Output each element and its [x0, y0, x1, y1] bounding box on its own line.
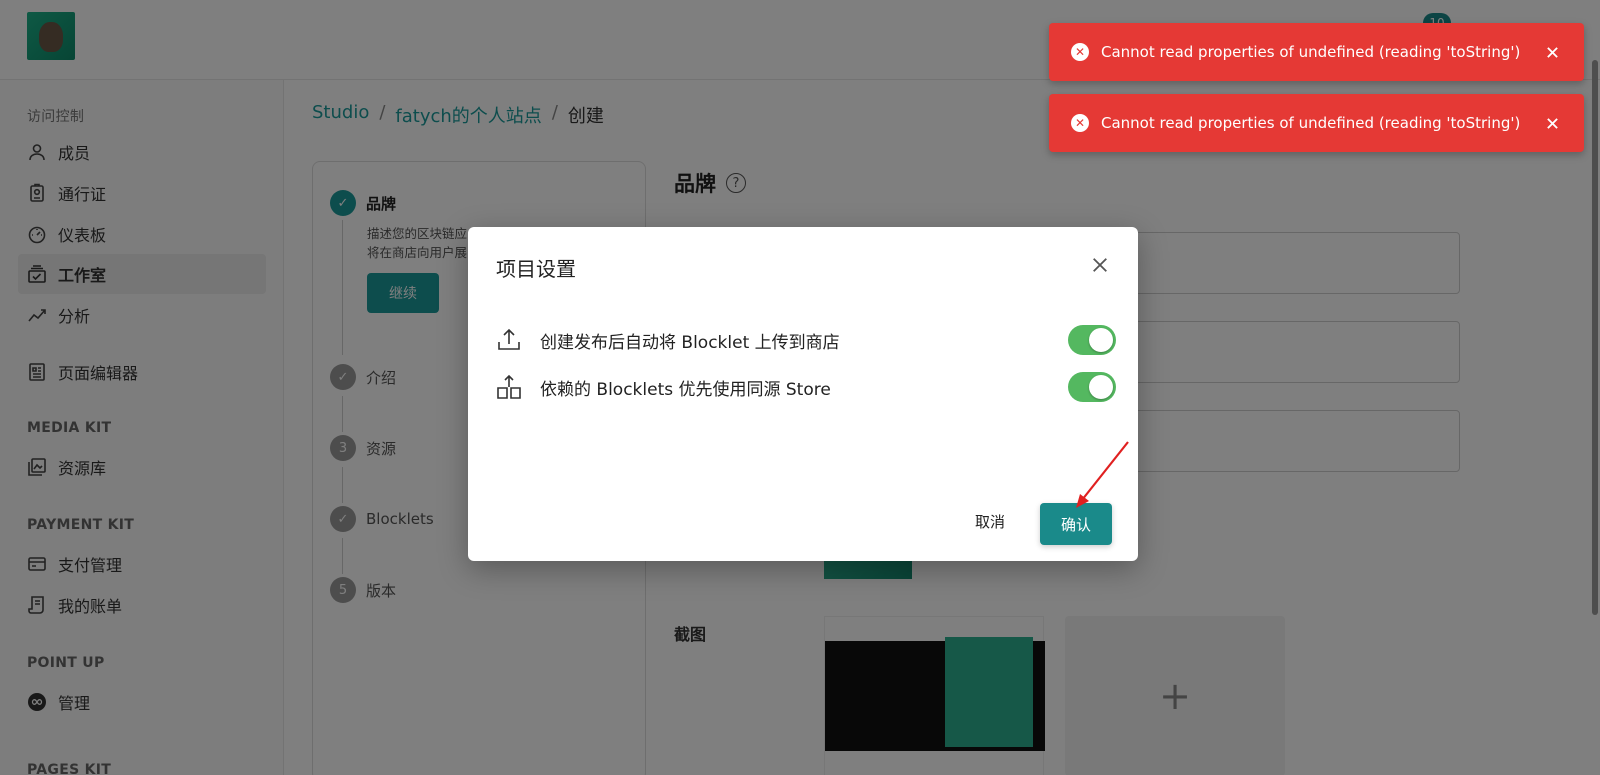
toggle-knob	[1089, 328, 1113, 352]
setting-label: 依赖的 Blocklets 优先使用同源 Store	[540, 379, 831, 400]
setting-same-source-store: 依赖的 Blocklets 优先使用同源 Store	[496, 369, 1116, 405]
toast-message: Cannot read properties of undefined (rea…	[1101, 114, 1521, 132]
annotation-arrow	[1076, 441, 1129, 508]
dependency-share-icon	[496, 374, 522, 400]
close-icon[interactable]	[1542, 42, 1562, 62]
error-icon: ✕	[1071, 43, 1089, 61]
error-icon: ✕	[1071, 114, 1089, 132]
close-icon[interactable]	[1542, 113, 1562, 133]
same-source-store-toggle[interactable]	[1068, 372, 1116, 402]
setting-auto-upload: 创建发布后自动将 Blocklet 上传到商店	[496, 322, 1116, 358]
toggle-knob	[1089, 375, 1113, 399]
cancel-button[interactable]: 取消	[964, 503, 1016, 539]
error-toast: ✕ Cannot read properties of undefined (r…	[1049, 94, 1584, 152]
dialog-title: 项目设置	[496, 257, 576, 281]
error-toast: ✕ Cannot read properties of undefined (r…	[1049, 23, 1584, 81]
toast-message: Cannot read properties of undefined (rea…	[1101, 43, 1521, 61]
project-settings-dialog: 项目设置 创建发布后自动将 Blocklet 上传到商店 依赖的 Blockle…	[468, 227, 1138, 561]
setting-label: 创建发布后自动将 Blocklet 上传到商店	[540, 332, 840, 353]
auto-upload-toggle[interactable]	[1068, 325, 1116, 355]
upload-icon	[496, 327, 522, 353]
close-icon[interactable]	[1088, 253, 1112, 277]
